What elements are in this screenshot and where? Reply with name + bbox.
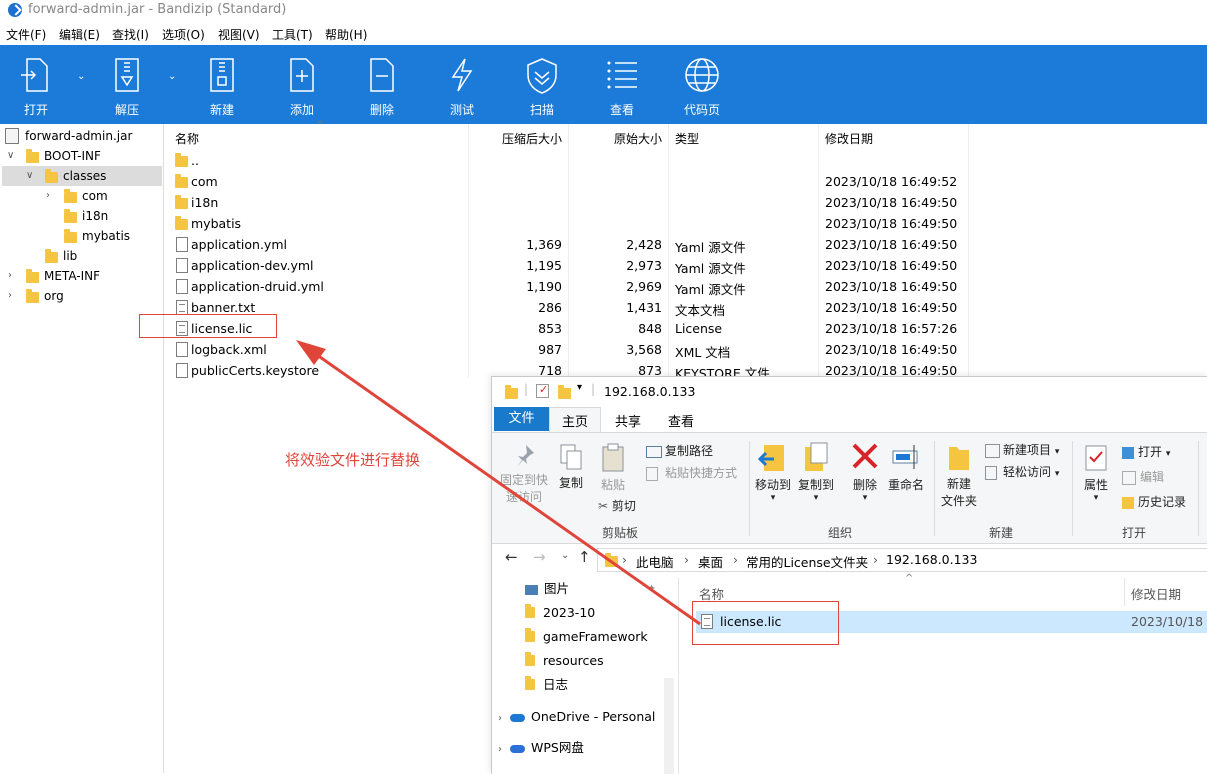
annotation-arrow [296,340,701,626]
arrow-head [296,340,326,365]
arrow-line [309,348,701,626]
annotation-text: 将效验文件进行替换 [285,451,421,469]
